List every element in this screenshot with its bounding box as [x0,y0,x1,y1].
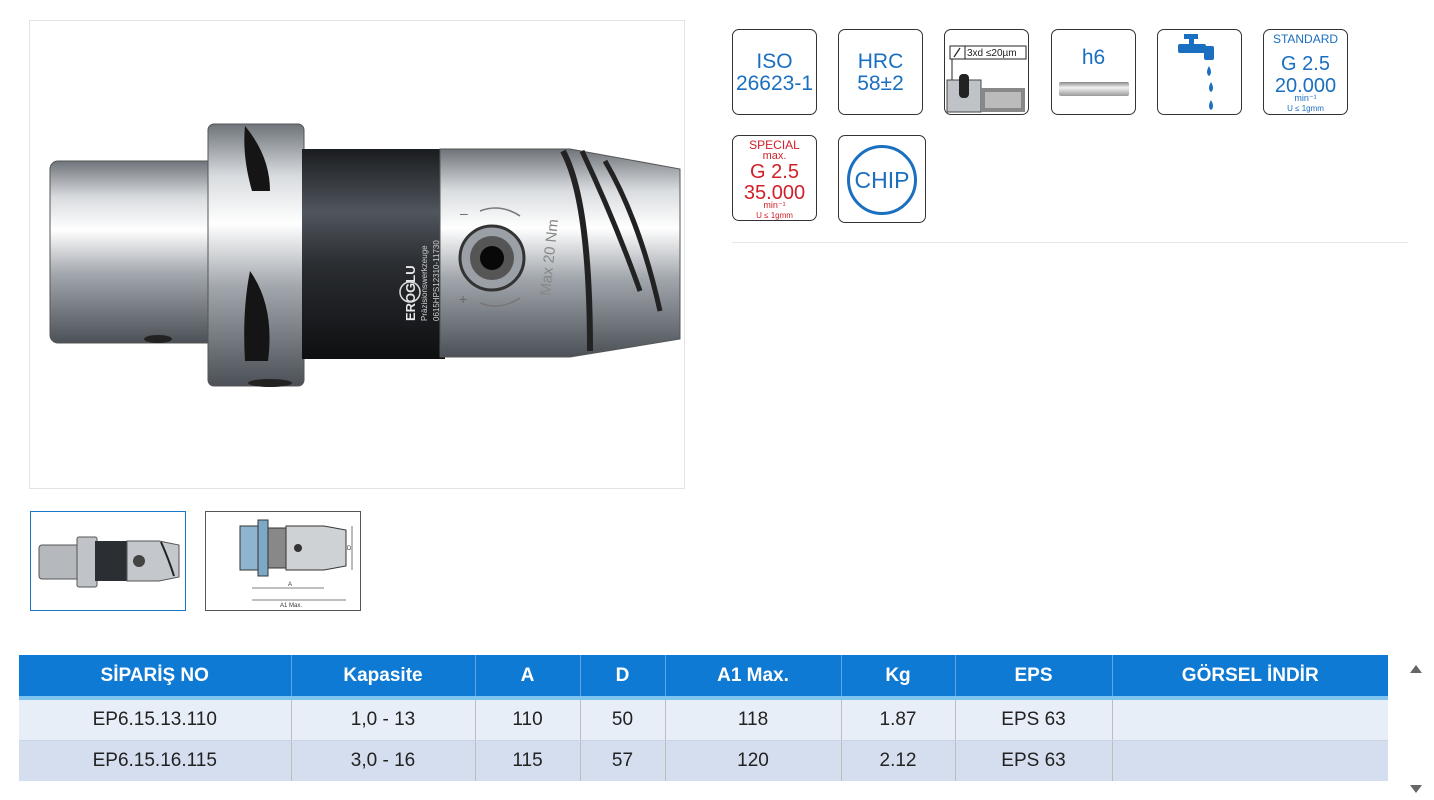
iso-badge: ISO 26623-1 [732,29,817,115]
cell-a1-max: 120 [665,740,842,781]
hrc-badge: HRC 58±2 [838,29,923,115]
scroll-down-arrow-icon[interactable] [1410,785,1422,793]
cell-capacity: 1,0 - 13 [291,698,476,741]
main-product-image[interactable]: EROGLU Präzisionswerkzeuge 0615HPS12310-… [29,20,685,489]
special-unit: min⁻¹ [763,200,786,210]
dim-label-a1: A1 Max. [280,603,302,609]
svg-text:–: – [460,205,468,221]
cell-kg: 1.87 [841,698,956,741]
standard-top: STANDARD [1272,32,1339,46]
dim-label-a: A [288,582,292,588]
cell-capacity: 3,0 - 16 [291,740,476,781]
section-divider [732,242,1408,243]
header-capacity[interactable]: Kapasite [291,655,476,700]
coolant-tap-icon [1178,34,1214,110]
chip-badge: CHIP [838,135,926,223]
cell-a1-max: 118 [665,698,842,741]
cell-order-no: EP6.15.16.115 [19,740,292,781]
header-d[interactable]: D [580,655,666,700]
header-eps[interactable]: EPS [955,655,1113,700]
h6-shaft-icon [1059,82,1129,96]
runout-label: 3xd ≤20µm [967,48,1017,59]
engraving-sub: Präzisionswerkzeuge [420,245,429,321]
table-header-row: SİPARİŞ NO Kapasite A D A1 Max. Kg EPS G… [19,655,1388,700]
standard-grade: G 2.5 [1281,53,1330,75]
spec-table: SİPARİŞ NO Kapasite A D A1 Max. Kg EPS G… [19,655,1388,781]
dim-label-d: D [347,546,352,552]
cell-kg: 2.12 [841,740,956,781]
cell-image-download[interactable] [1112,740,1388,781]
special-grade: G 2.5 [750,161,799,183]
scroll-up-arrow-icon[interactable] [1410,665,1422,673]
cell-order-no: EP6.15.13.110 [19,698,292,741]
cell-d: 57 [580,740,666,781]
thumbnail-drawing-graphic: A A1 Max. D [239,519,353,609]
special-balance-badge: SPECIAL max. G 2.5 35.000 min⁻¹ U ≤ 1gmm [732,135,817,221]
standard-tol: U ≤ 1gmm [1287,104,1324,113]
runout-badge: 3xd ≤20µm [944,29,1029,115]
svg-text:+: + [459,291,467,307]
hrc-badge-line1: HRC [857,50,904,73]
special-tol: U ≤ 1gmm [756,211,793,220]
thumbnail-photo-graphic [38,536,180,588]
header-order-no[interactable]: SİPARİŞ NO [19,655,292,700]
table-row[interactable]: EP6.15.13.110 1,0 - 13 110 50 118 1.87 E… [19,698,1388,741]
coolant-badge [1157,29,1242,115]
cell-a: 115 [475,740,581,781]
standard-balance-badge: STANDARD G 2.5 20.000 min⁻¹ U ≤ 1gmm [1263,29,1348,115]
runout-icon: 3xd ≤20µm [946,45,1027,113]
drill-chuck-illustration: EROGLU Präzisionswerkzeuge 0615HPS12310-… [49,123,681,387]
chip-label: CHIP [854,167,910,193]
h6-badge: h6 [1051,29,1136,115]
header-image-download[interactable]: GÖRSEL İNDİR [1112,655,1388,700]
cell-eps: EPS 63 [955,740,1113,781]
cell-eps: EPS 63 [955,698,1113,741]
h6-label: h6 [1081,46,1106,69]
header-a[interactable]: A [475,655,581,700]
iso-badge-line2: 26623-1 [735,72,814,95]
standard-unit: min⁻¹ [1294,93,1317,103]
cell-a: 110 [475,698,581,741]
table-row[interactable]: EP6.15.16.115 3,0 - 16 115 57 120 2.12 E… [19,740,1388,781]
cell-d: 50 [580,698,666,741]
iso-badge-line1: ISO [756,50,793,73]
hrc-badge-line2: 58±2 [857,72,904,95]
table-scrollbar[interactable] [1406,655,1426,800]
cell-image-download[interactable] [1112,698,1388,741]
engraving-brand: EROGLU [403,265,418,321]
thumbnail-product-photo[interactable] [30,511,186,611]
header-a1-max[interactable]: A1 Max. [665,655,842,700]
thumbnail-technical-drawing[interactable]: A A1 Max. D [205,511,361,611]
header-kg[interactable]: Kg [841,655,956,700]
